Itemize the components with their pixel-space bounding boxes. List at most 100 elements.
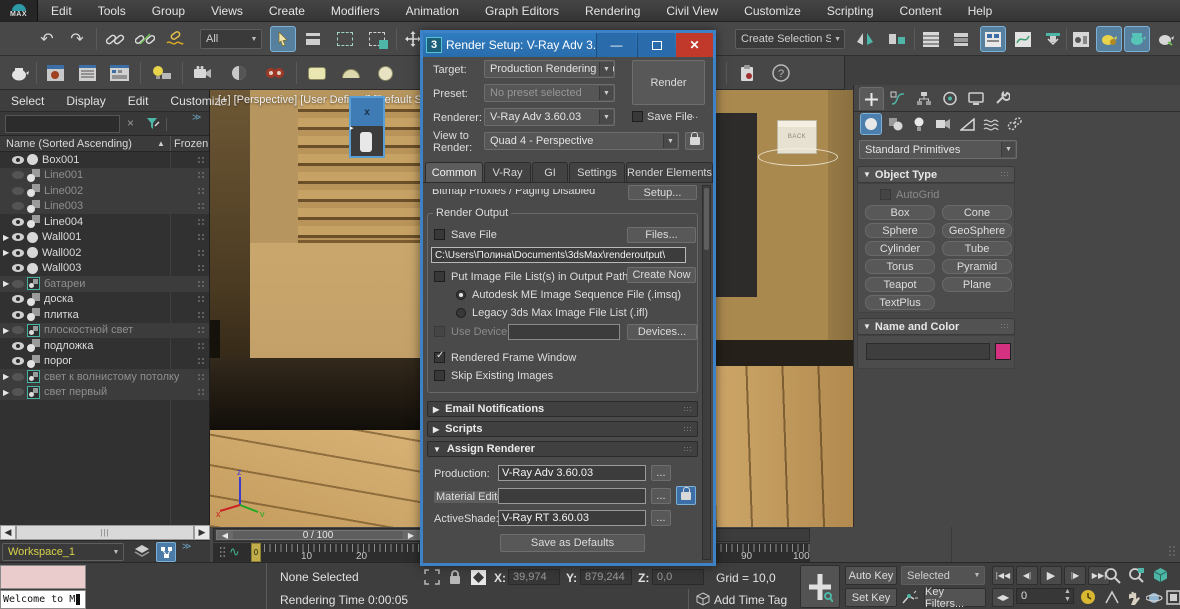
overflow-chevrons-icon[interactable]: ≫: [182, 541, 191, 552]
assign-renderer-rollout[interactable]: ▼ Assign Renderer: [427, 441, 698, 457]
tab-create[interactable]: [859, 87, 884, 110]
legacy-ifl-radio[interactable]: [456, 308, 466, 318]
go-to-start-icon[interactable]: |◀◀: [992, 566, 1014, 585]
tab-common[interactable]: Common: [425, 162, 483, 182]
box-button[interactable]: Box: [865, 205, 935, 220]
subtab-systems[interactable]: [1004, 113, 1026, 135]
list-item[interactable]: ▶свет к волнистому потолку: [0, 369, 209, 385]
orbit-icon[interactable]: [1146, 590, 1163, 609]
explorer-column-headers[interactable]: Name (Sorted Ascending) ▲ Frozen: [0, 136, 209, 152]
render-setup-icon[interactable]: [1124, 26, 1150, 52]
y-coordinate-field[interactable]: 879,244: [580, 569, 632, 585]
frozen-column-header[interactable]: Frozen: [174, 138, 208, 150]
subtab-shapes[interactable]: [884, 113, 906, 135]
named-selection-set-dropdown[interactable]: Create Selection Se ▼: [735, 29, 845, 49]
render-production-icon[interactable]: [1152, 26, 1178, 52]
overflow-chevrons-icon[interactable]: ≫: [192, 112, 201, 123]
visibility-eye-icon[interactable]: [12, 342, 24, 350]
column-divider[interactable]: [170, 136, 171, 151]
set-keys-button[interactable]: [800, 565, 840, 608]
tab-modify[interactable]: [885, 87, 910, 110]
menu-tools[interactable]: Tools: [85, 0, 139, 21]
list-item[interactable]: доска: [0, 292, 209, 308]
filter-funnel-icon[interactable]: [146, 117, 160, 134]
list-item[interactable]: Line002: [0, 183, 209, 199]
frame-step-icons[interactable]: ◀▶: [992, 588, 1014, 607]
list-item[interactable]: плитка: [0, 307, 209, 323]
frozen-cell-icon[interactable]: [197, 295, 205, 303]
visibility-eye-icon[interactable]: [12, 326, 24, 334]
list-item[interactable]: Box001: [0, 152, 209, 168]
tab-vray[interactable]: V-Ray: [484, 162, 531, 182]
rollout-grip-icon[interactable]: [683, 406, 692, 413]
x-coordinate-field[interactable]: 39,974: [508, 569, 560, 585]
list-item[interactable]: ▶батареи: [0, 276, 209, 292]
email-notifications-rollout[interactable]: ▶ Email Notifications: [427, 401, 698, 417]
visibility-eye-icon[interactable]: [12, 264, 24, 272]
time-slider-thumb[interactable]: ◀ 0 / 100 ▶: [216, 530, 420, 540]
vray-dome-light-icon[interactable]: [338, 60, 364, 86]
search-input[interactable]: [5, 115, 120, 133]
object-color-swatch[interactable]: [995, 343, 1011, 360]
expand-arrow-icon[interactable]: ▶: [3, 326, 12, 335]
object-type-rollout[interactable]: ▼ Object Type: [857, 166, 1015, 183]
vray-framebuffer-icon[interactable]: [304, 60, 330, 86]
renderer-dropdown[interactable]: V-Ray Adv 3.60.03 ▼: [484, 108, 615, 126]
autodesk-imsq-radio[interactable]: [456, 290, 466, 300]
output-path-field[interactable]: C:\Users\Полина\Documents\3dsMax\rendero…: [431, 247, 686, 263]
transform-coordinates-icon[interactable]: [470, 569, 487, 589]
textplus-button[interactable]: TextPlus: [865, 295, 935, 310]
scene-explorer-toggle-icon[interactable]: [156, 542, 176, 562]
frozen-cell-icon[interactable]: [197, 187, 205, 195]
expand-arrow-icon[interactable]: ▶: [3, 233, 12, 242]
render-button[interactable]: Render: [632, 60, 705, 105]
expand-arrow-icon[interactable]: ▶: [3, 248, 12, 257]
named-selection-filter-dropdown[interactable]: All ▼: [200, 29, 262, 49]
key-mode-icon[interactable]: [901, 590, 919, 609]
scrollbar-thumb[interactable]: |||: [16, 525, 194, 540]
visibility-eye-icon[interactable]: [12, 295, 24, 303]
help-icon[interactable]: ?: [768, 60, 794, 86]
save-file-browse-button[interactable]: ...: [689, 109, 698, 121]
material-editor-browse-button[interactable]: ...: [651, 488, 671, 504]
frozen-cell-icon[interactable]: [197, 326, 205, 334]
visibility-eye-icon[interactable]: [12, 373, 24, 381]
material-editor-icon[interactable]: [1096, 26, 1122, 52]
list-item[interactable]: Line001: [0, 168, 209, 184]
tube-button[interactable]: Tube: [942, 241, 1012, 256]
viewport-lock-icon[interactable]: [685, 132, 704, 150]
create-now-button[interactable]: Create Now: [627, 267, 696, 283]
selection-region-corners-icon[interactable]: [424, 569, 440, 588]
visibility-eye-icon[interactable]: [12, 388, 24, 396]
subtab-helpers[interactable]: [956, 113, 978, 135]
menu-modifiers[interactable]: Modifiers: [318, 0, 393, 21]
close-icon[interactable]: ✕: [676, 33, 713, 57]
tab-settings[interactable]: Settings: [569, 162, 625, 182]
subtab-lights[interactable]: [908, 113, 930, 135]
menu-rendering[interactable]: Rendering: [572, 0, 653, 21]
menu-customize[interactable]: Customize: [731, 0, 814, 21]
rendered-frame-window-checkbox[interactable]: [434, 352, 445, 363]
frozen-cell-icon[interactable]: [197, 357, 205, 365]
material-lock-icon[interactable]: [676, 486, 696, 505]
layer-explorer-icon[interactable]: [948, 26, 974, 52]
visibility-eye-icon[interactable]: [12, 249, 24, 257]
selection-lock-icon[interactable]: [448, 569, 462, 588]
mini-widget-icon[interactable]: [360, 132, 372, 152]
rollout-grip-icon[interactable]: [683, 446, 692, 453]
expand-arrow-icon[interactable]: ▶: [3, 388, 12, 397]
explorer-menu-display[interactable]: Display: [55, 94, 116, 108]
rollout-grip-icon[interactable]: [1000, 171, 1009, 178]
clipboard-tool-icon[interactable]: [734, 60, 760, 86]
grip-icon[interactable]: [1168, 545, 1176, 557]
production-browse-button[interactable]: ...: [651, 465, 671, 481]
maxscript-mini-listener-pink[interactable]: [0, 565, 86, 589]
view-to-render-dropdown[interactable]: Quad 4 - Perspective ▼: [484, 132, 679, 150]
object-name-input[interactable]: [866, 343, 990, 360]
zoom-icon[interactable]: [1104, 567, 1121, 587]
save-as-defaults-button[interactable]: Save as Defaults: [500, 534, 645, 552]
visibility-eye-icon[interactable]: [12, 187, 24, 195]
render-teapot-icon[interactable]: [6, 60, 32, 86]
pyramid-button[interactable]: Pyramid: [942, 259, 1012, 274]
redo-icon[interactable]: ↷: [64, 26, 90, 52]
